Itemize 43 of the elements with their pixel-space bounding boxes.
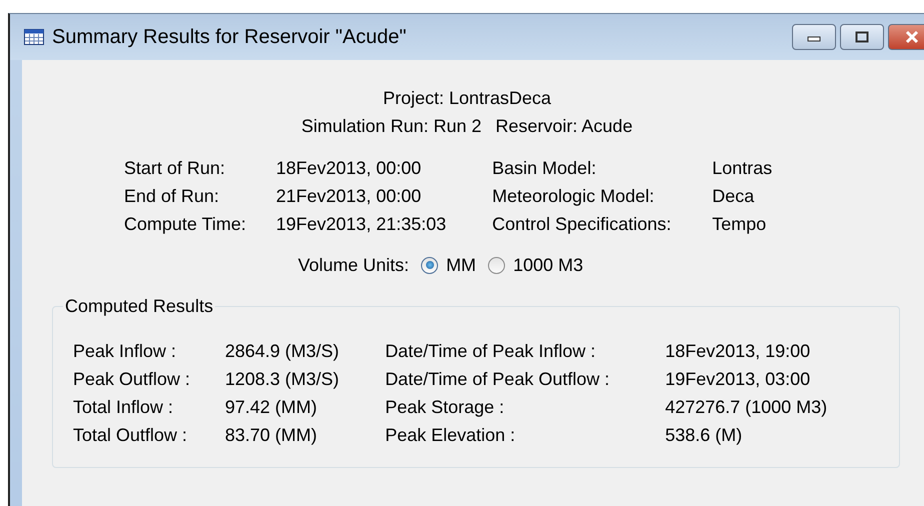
result-value: 1208.3 (M3/S) (225, 368, 340, 391)
result-label: Date/Time of Peak Outflow : (385, 368, 610, 391)
restore-icon (855, 31, 869, 43)
result-label: Peak Storage : (385, 396, 506, 419)
table-icon (24, 29, 44, 45)
window-title: Summary Results for Reservoir "Acude" (52, 26, 406, 48)
result-value: 427276.7 (1000 M3) (665, 396, 828, 419)
minimize-button[interactable] (792, 24, 836, 50)
info-value: 18Fev2013, 00:00 (276, 157, 422, 180)
result-value: 97.42 (MM) (225, 396, 318, 419)
result-value: 2864.9 (M3/S) (225, 340, 340, 363)
info-value: 21Fev2013, 00:00 (276, 185, 422, 208)
result-label: Total Outflow : (73, 424, 188, 447)
reservoir-text: Reservoir: Acude (496, 115, 633, 138)
result-label: Peak Elevation : (385, 424, 516, 447)
result-label: Total Inflow : (73, 396, 174, 419)
result-value: 83.70 (MM) (225, 424, 318, 447)
result-label: Peak Inflow : (73, 340, 178, 363)
radio-button[interactable] (421, 256, 438, 274)
result-value: 538.6 (M) (665, 424, 744, 447)
maximize-button[interactable] (840, 24, 884, 50)
info-label: Basin Model: (492, 157, 598, 180)
close-icon (904, 30, 920, 44)
info-value: Deca (712, 185, 756, 208)
info-label: End of Run: (124, 185, 220, 208)
info-label: Control Specifications: (492, 213, 672, 236)
result-label: Peak Outflow : (73, 368, 192, 391)
result-value: 18Fev2013, 19:00 (665, 340, 812, 363)
radio-button[interactable] (488, 256, 506, 274)
volume-units-label: Volume Units: (298, 254, 410, 276)
radio-option[interactable]: 1000 M3 (488, 254, 584, 276)
result-label: Date/Time of Peak Inflow : (385, 340, 596, 363)
info-label: Compute Time: (124, 213, 248, 236)
info-label: Start of Run: (124, 157, 226, 180)
info-value: Tempo (712, 213, 768, 236)
close-button[interactable] (888, 24, 924, 50)
info-label: Meteorologic Model: (492, 185, 656, 208)
info-value: 19Fev2013, 21:35:03 (276, 213, 446, 236)
info-value: Lontras (712, 157, 772, 180)
simulation-run-text: Simulation Run: Run 2 (301, 115, 482, 138)
result-value: 19Fev2013, 03:00 (665, 368, 812, 391)
project-text: Project: LontrasDeca (382, 87, 552, 110)
radio-option[interactable]: MM (421, 254, 476, 276)
